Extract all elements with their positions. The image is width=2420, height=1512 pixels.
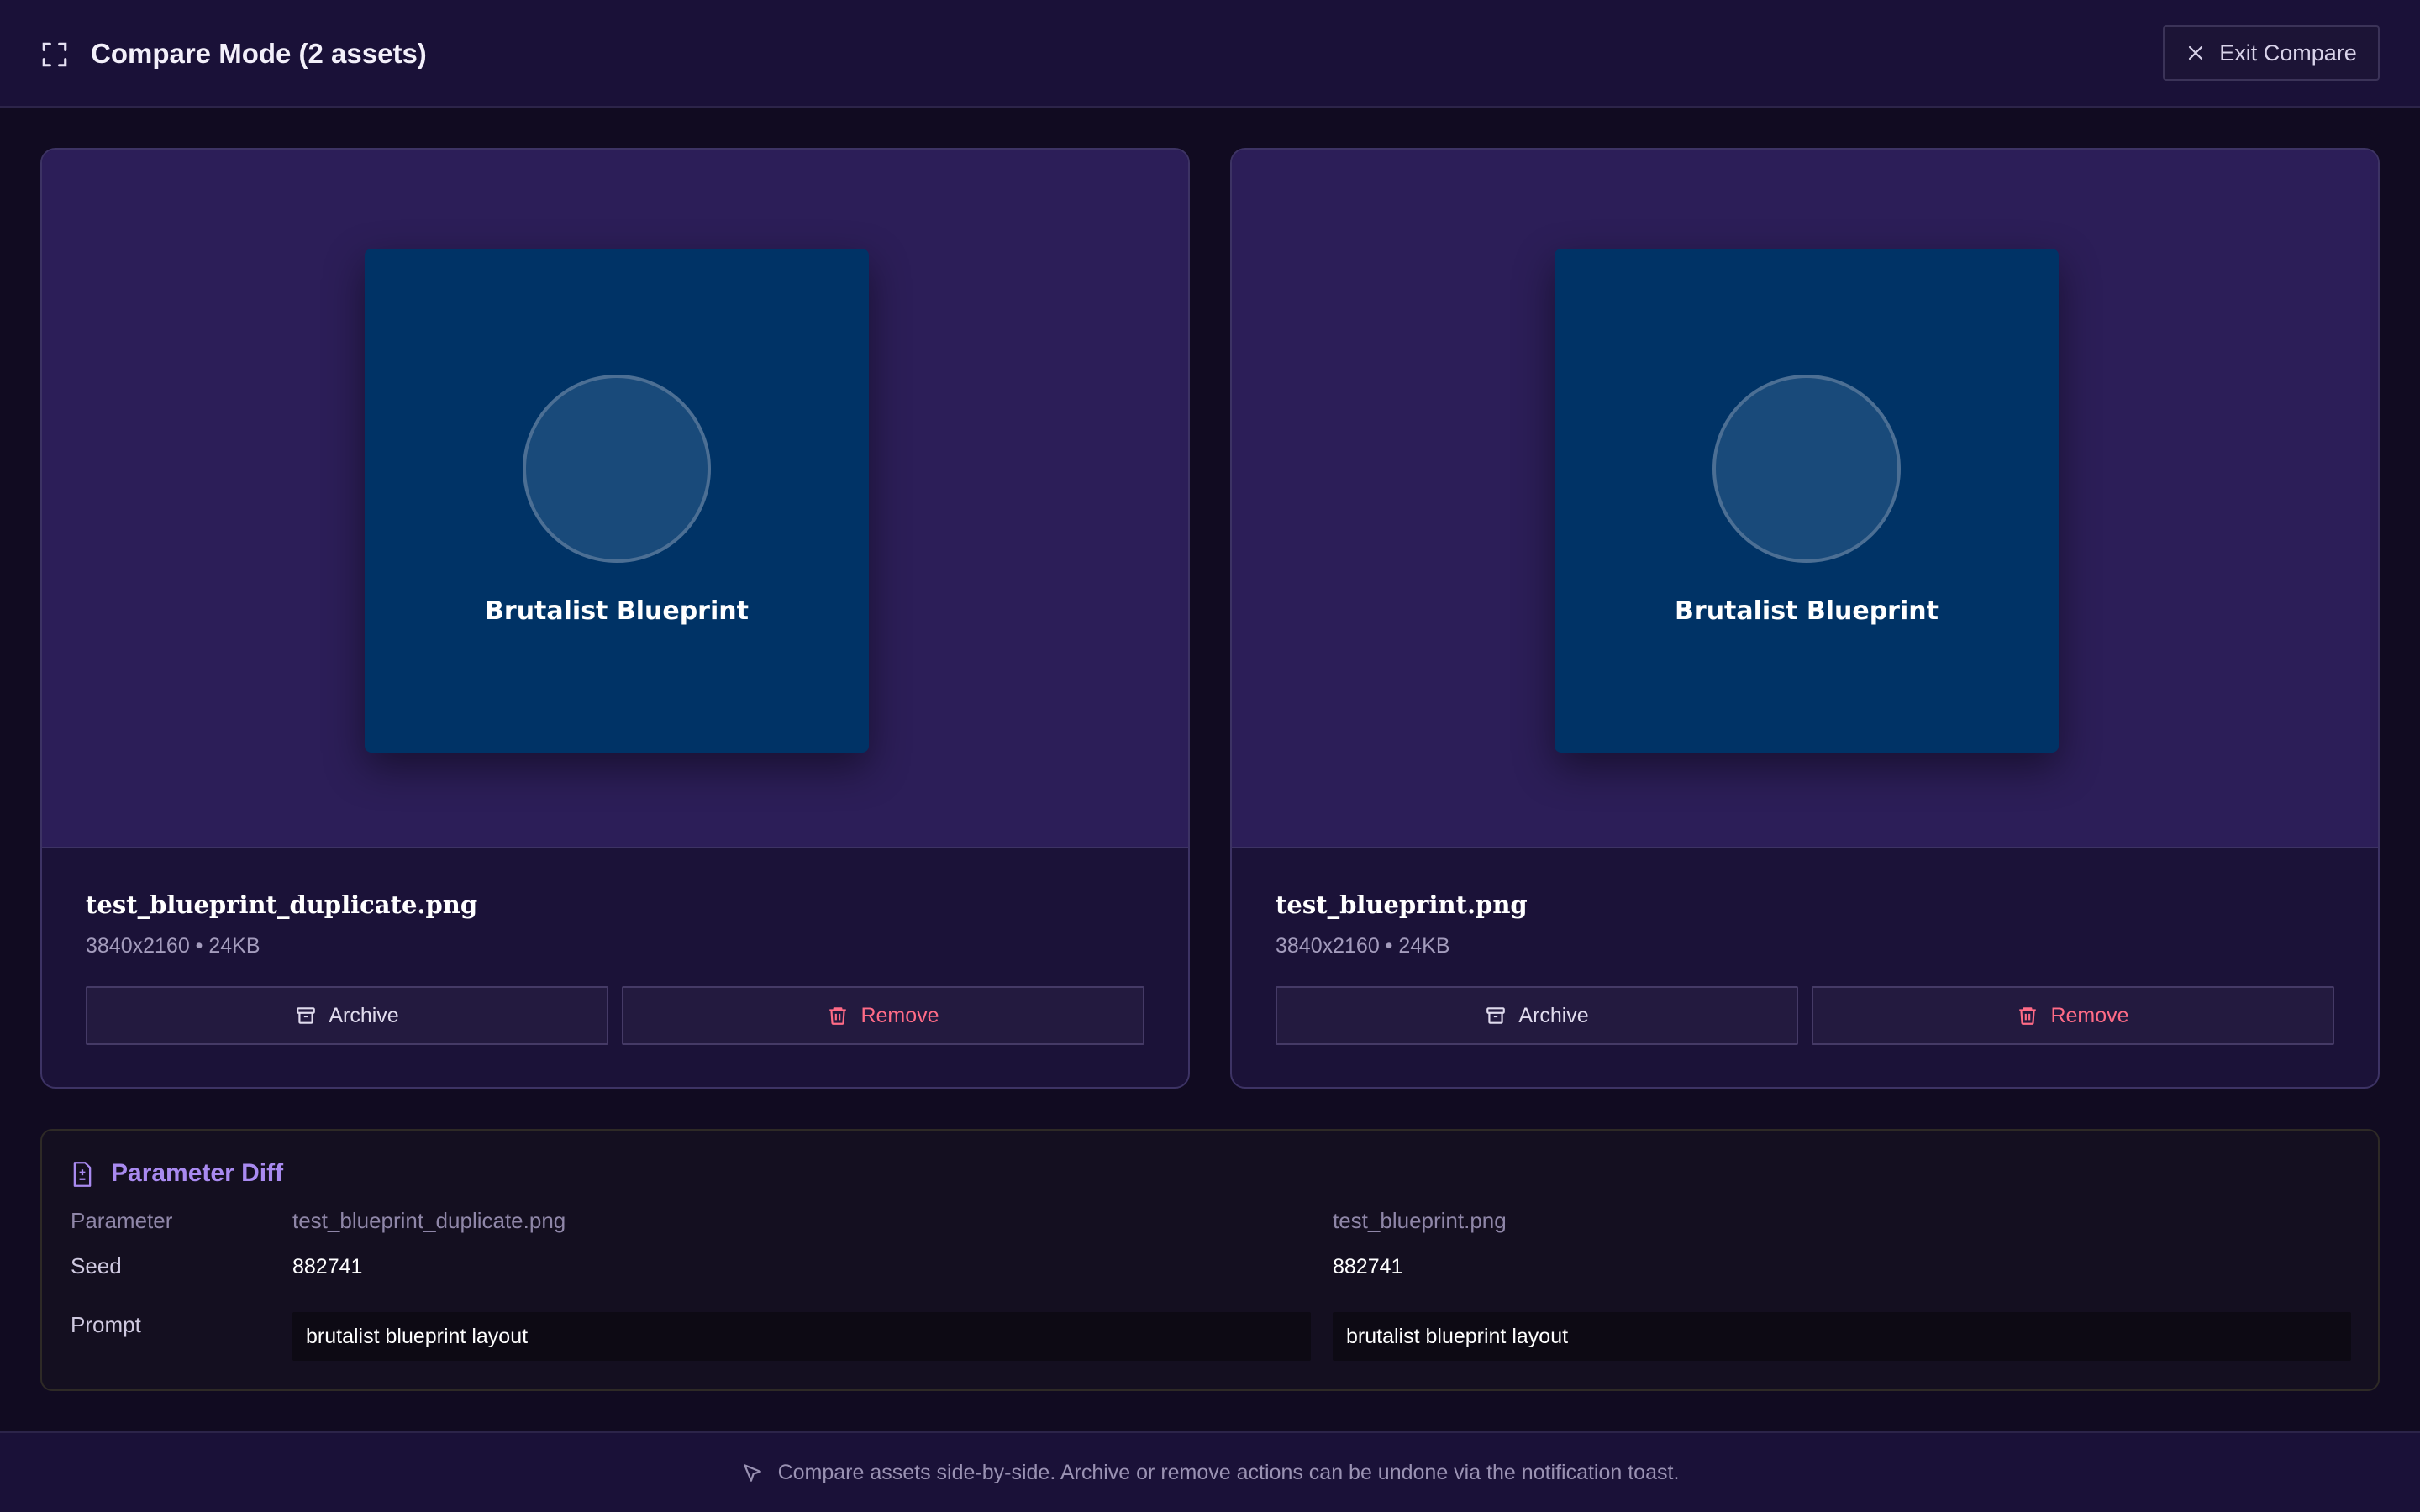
trash-icon — [829, 1007, 847, 1025]
remove-button[interactable]: Remove — [622, 986, 1144, 1045]
asset-meta: 3840x2160 • 24KB — [1276, 934, 1450, 958]
prompt-value-a: brutalist blueprint layout — [292, 1312, 1311, 1361]
row-label-prompt: Prompt — [71, 1312, 141, 1337]
footer-hint: Compare assets side-by-side. Archive or … — [0, 1431, 2420, 1512]
column-header-asset-b: test_blueprint.png — [1333, 1208, 1507, 1233]
remove-label: Remove — [860, 1003, 939, 1027]
asset-filename: test_blueprint_duplicate.png — [86, 890, 478, 919]
expand-icon — [42, 42, 67, 67]
parameter-diff-panel: Parameter Diff Parameter test_blueprint_… — [40, 1129, 2380, 1391]
archive-label: Archive — [329, 1003, 399, 1027]
asset-card-left: Brutalist Blueprint test_blueprint_dupli… — [40, 148, 1190, 1089]
asset-preview: Brutalist Blueprint — [1232, 150, 2378, 848]
row-label-seed: Seed — [71, 1253, 122, 1278]
seed-value-a: 882741 — [292, 1255, 363, 1278]
archive-icon — [297, 1007, 316, 1024]
footer-text: Compare assets side-by-side. Archive or … — [777, 1460, 1680, 1484]
seed-value-b: 882741 — [1333, 1255, 1403, 1278]
diff-title: Parameter Diff — [111, 1159, 284, 1187]
cursor-icon — [743, 1464, 761, 1482]
archive-button[interactable]: Archive — [86, 986, 608, 1045]
prompt-value-b: brutalist blueprint layout — [1333, 1312, 2351, 1361]
page-title: Compare Mode (2 assets) — [91, 38, 427, 69]
asset-preview: Brutalist Blueprint — [42, 150, 1188, 848]
archive-icon — [1486, 1007, 1506, 1024]
column-header-asset-a: test_blueprint_duplicate.png — [292, 1208, 566, 1233]
thumbnail-label: Brutalist Blueprint — [1675, 596, 1939, 626]
asset-thumbnail[interactable]: Brutalist Blueprint — [365, 249, 869, 753]
file-diff-icon — [73, 1162, 92, 1187]
asset-meta: 3840x2160 • 24KB — [86, 934, 260, 958]
thumbnail-label: Brutalist Blueprint — [485, 596, 749, 626]
asset-thumbnail[interactable]: Brutalist Blueprint — [1555, 249, 2059, 753]
thumbnail-circle — [1712, 375, 1901, 563]
close-icon — [2189, 45, 2203, 60]
trash-icon — [2019, 1007, 2037, 1025]
exit-compare-label: Exit Compare — [2219, 39, 2357, 66]
archive-label: Archive — [1518, 1003, 1589, 1027]
compare-header: Compare Mode (2 assets) Exit Compare — [0, 0, 2420, 108]
asset-filename: test_blueprint.png — [1276, 890, 1528, 919]
asset-card-right: Brutalist Blueprint test_blueprint.png 3… — [1230, 148, 2380, 1089]
remove-button[interactable]: Remove — [1812, 986, 2334, 1045]
exit-compare-button[interactable]: Exit Compare — [2163, 25, 2380, 81]
archive-button[interactable]: Archive — [1276, 986, 1798, 1045]
thumbnail-circle — [523, 375, 711, 563]
column-header-parameter: Parameter — [71, 1208, 173, 1233]
remove-label: Remove — [2050, 1003, 2129, 1027]
